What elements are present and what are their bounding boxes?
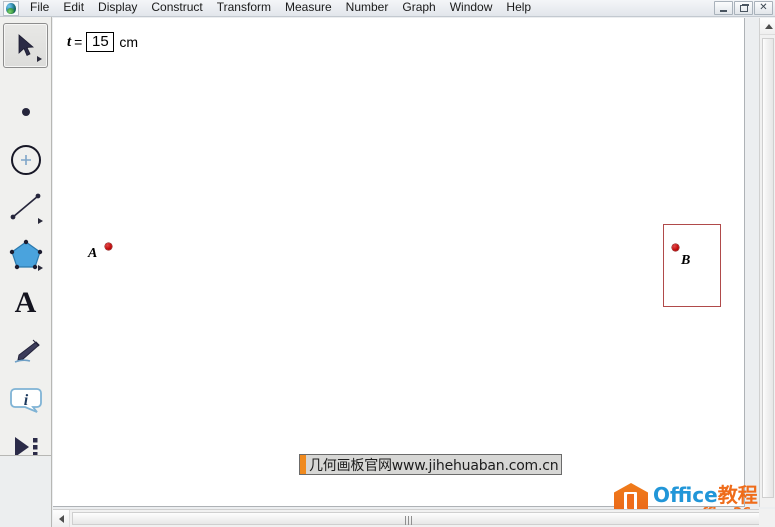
menu-window[interactable]: Window xyxy=(443,0,500,16)
information-tool[interactable]: i xyxy=(3,377,48,422)
horizontal-scrollbar[interactable] xyxy=(53,509,775,527)
toolbox: A i xyxy=(0,17,52,457)
scroll-left-button[interactable] xyxy=(53,510,70,527)
sketchpad-window: File Edit Display Construct Transform Me… xyxy=(0,0,775,527)
text-tool[interactable]: A xyxy=(3,280,48,325)
compass-circle-tool[interactable] xyxy=(3,137,48,182)
toolbox-lower-panel xyxy=(0,455,52,527)
scrollbar-grip-icon xyxy=(405,516,415,525)
polygon-tool[interactable] xyxy=(3,231,48,276)
menu-edit[interactable]: Edit xyxy=(56,0,91,16)
svg-text:i: i xyxy=(23,392,28,409)
close-button[interactable]: ✕ xyxy=(754,1,773,15)
close-icon: ✕ xyxy=(759,2,768,13)
point-icon xyxy=(21,107,30,116)
text-tool-icon: A xyxy=(14,285,37,319)
measurement-label[interactable]: t = 15 cm xyxy=(67,32,138,52)
minimize-icon xyxy=(720,10,727,12)
menu-measure[interactable]: Measure xyxy=(278,0,339,16)
chevron-up-icon xyxy=(765,24,773,29)
menu-file[interactable]: File xyxy=(23,0,56,16)
tool-expand-arrow-icon[interactable] xyxy=(38,218,43,224)
point-b[interactable] xyxy=(672,244,679,251)
vertical-scrollbar-thumb[interactable] xyxy=(762,38,774,498)
scrollbar-corner xyxy=(759,509,775,527)
menu-graph[interactable]: Graph xyxy=(395,0,442,16)
minimize-button[interactable] xyxy=(714,1,733,15)
measurement-unit: cm xyxy=(119,34,139,50)
sketchpad-icon[interactable] xyxy=(3,0,19,16)
menu-help[interactable]: Help xyxy=(499,0,538,16)
arrow-select-tool[interactable] xyxy=(3,23,48,68)
window-controls: ✕ xyxy=(714,1,773,15)
scroll-up-button[interactable] xyxy=(760,18,775,35)
measurement-value[interactable]: 15 xyxy=(86,32,115,52)
watermark-text: 几何画板官网www.jihehuaban.com.cn xyxy=(309,457,559,474)
watermark: 几何画板官网www.jihehuaban.com.cn xyxy=(299,454,563,475)
marker-pen-tool[interactable] xyxy=(3,329,48,374)
horizontal-scrollbar-thumb[interactable] xyxy=(72,512,762,525)
info-bubble-icon: i xyxy=(9,387,42,413)
menu-display[interactable]: Display xyxy=(91,0,144,16)
rectangle-b[interactable] xyxy=(663,224,721,307)
sketch-canvas[interactable]: t = 15 cm A B 几何画板官网www.jihehuaban.com.c… xyxy=(53,18,745,507)
marker-pen-icon xyxy=(14,339,40,363)
segment-icon xyxy=(10,193,40,219)
menu-transform[interactable]: Transform xyxy=(210,0,278,16)
tool-expand-arrow-icon[interactable] xyxy=(38,265,43,271)
point-a-label[interactable]: A xyxy=(88,246,97,262)
point-b-label[interactable]: B xyxy=(681,253,690,269)
chevron-left-icon xyxy=(59,515,64,523)
logo-brand-en: Office xyxy=(653,482,718,507)
measurement-variable: t xyxy=(67,33,72,50)
straightedge-segment-tool[interactable] xyxy=(3,184,48,229)
point-tool[interactable] xyxy=(3,89,48,134)
menu-construct[interactable]: Construct xyxy=(144,0,209,16)
point-a[interactable] xyxy=(105,243,112,250)
restore-button[interactable] xyxy=(734,1,753,15)
arrow-cursor-icon xyxy=(18,33,34,56)
menu-number[interactable]: Number xyxy=(339,0,396,16)
menu-bar: File Edit Display Construct Transform Me… xyxy=(0,0,775,17)
vertical-scrollbar[interactable] xyxy=(759,18,775,507)
circle-compass-icon xyxy=(10,144,41,175)
measurement-equals: = xyxy=(74,34,83,50)
tool-expand-arrow-icon[interactable] xyxy=(37,56,42,62)
restore-icon xyxy=(740,4,749,12)
logo-brand-line: Office教程网 xyxy=(653,485,775,505)
